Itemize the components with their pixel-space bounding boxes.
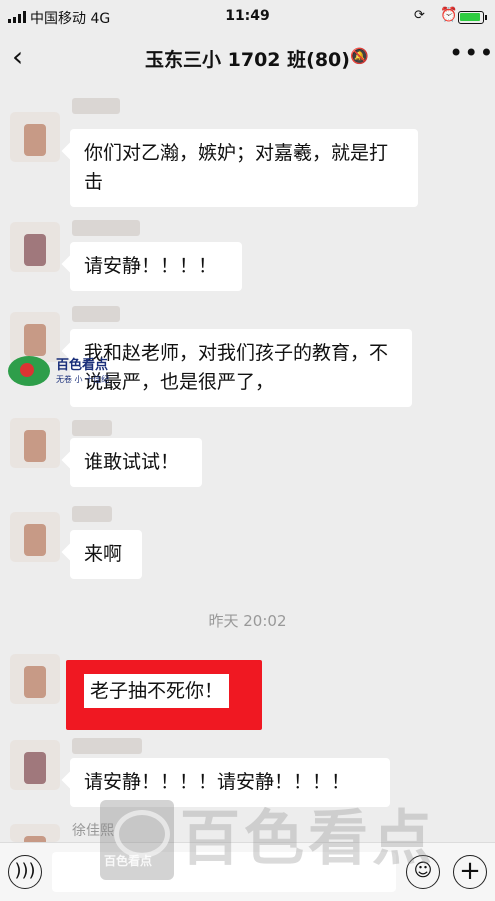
- avatar[interactable]: [10, 418, 60, 468]
- avatar[interactable]: [10, 824, 60, 842]
- avatar[interactable]: [10, 222, 60, 272]
- watermark-overlay: 百色看点 百色看点: [100, 800, 480, 882]
- avatar[interactable]: [10, 512, 60, 562]
- message-text: 你们对乙瀚，嫉妒；对嘉羲，就是打击: [84, 142, 389, 193]
- message-text: 请安静！！！！: [84, 255, 218, 277]
- avatar[interactable]: [10, 654, 60, 704]
- battery-icon: [458, 11, 487, 24]
- sender-name: [72, 506, 112, 522]
- message-bubble[interactable]: 你们对乙瀚，嫉妒；对嘉羲，就是打击: [70, 129, 418, 207]
- message-bubble[interactable]: 老子抽不死你！: [84, 674, 230, 708]
- message-text: 我和赵老师，对我们孩子的教育，不说最严，也是很严了，: [84, 342, 389, 393]
- sender-name: [72, 420, 112, 436]
- message-text: 来啊: [84, 543, 123, 565]
- time-divider: 昨天 20:02: [208, 612, 287, 630]
- watermark-logo: 百色看点 无卷 小 十佳纪: [8, 352, 128, 392]
- avatar[interactable]: [10, 740, 60, 790]
- voice-icon[interactable]: ))): [8, 855, 42, 889]
- status-bar: 中国移动 4G 11:49 ⟳ ⏰: [0, 0, 495, 34]
- more-dots-icon[interactable]: •••: [449, 39, 494, 67]
- globe-icon: [8, 356, 50, 386]
- chat-title: 玉东三小 1702 班(80): [145, 49, 350, 71]
- message-text: 请安静！！！！请安静！！！！: [84, 771, 351, 793]
- message-bubble[interactable]: 谁敢试试！: [70, 438, 202, 487]
- highlight-box: 老子抽不死你！: [66, 660, 262, 730]
- message-text: 谁敢试试！: [84, 451, 180, 473]
- rotation-lock-icon: ⟳: [414, 8, 425, 23]
- avatar[interactable]: [10, 112, 60, 162]
- sender-name: [72, 98, 120, 114]
- message-list[interactable]: 你们对乙瀚，嫉妒；对嘉羲，就是打击 请安静！！！！ 我和赵老师，对我们孩子的教育…: [0, 82, 495, 842]
- sender-name: [72, 306, 120, 322]
- sender-name: [72, 738, 142, 754]
- alarm-icon: ⏰: [440, 7, 458, 23]
- chat-header: ‹ 玉东三小 1702 班(80) 🔕 •••: [0, 34, 495, 82]
- message-bubble[interactable]: 请安静！！！！: [70, 242, 242, 291]
- message-text: 老子抽不死你！: [90, 680, 224, 702]
- bell-muted-icon: 🔕: [350, 47, 369, 65]
- sender-name: [72, 220, 140, 236]
- message-bubble[interactable]: 来啊: [70, 530, 142, 579]
